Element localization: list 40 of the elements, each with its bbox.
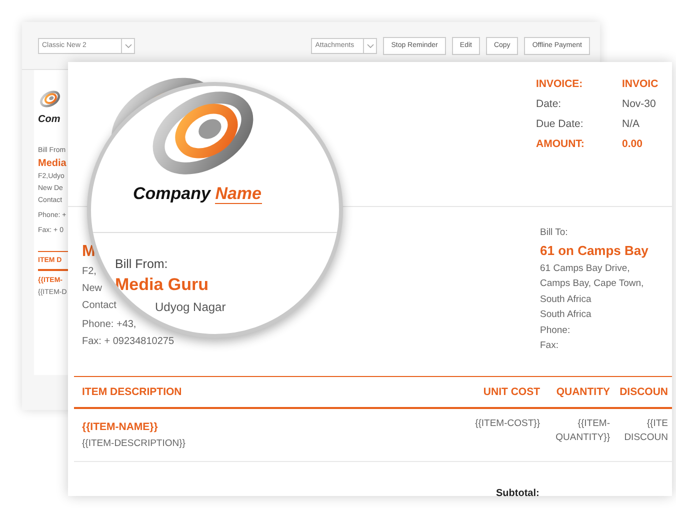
meta-value: 0.00 (622, 138, 644, 150)
fax-text: Fax: + 09234810275 (82, 335, 174, 349)
address-line: F2, (82, 265, 96, 279)
meta-value: Nov-30 (622, 98, 657, 110)
meta-label: AMOUNT: (536, 138, 586, 150)
meta-label: Date: (536, 98, 562, 110)
address-line: Camps Bay, Cape Town, (540, 277, 645, 291)
company-name: Media Guru (115, 275, 209, 295)
address-line: New (82, 282, 102, 296)
caret-icon (124, 44, 132, 48)
quantity-cell-text: {{ITEM- QUANTITY}} (554, 417, 611, 445)
subtotal-label: Subtotal: (496, 488, 540, 499)
address-line: Fax: (540, 339, 560, 353)
bill-to-label: Bill To: (540, 226, 569, 240)
meta-label: Due Date: (536, 118, 584, 130)
caret-icon (366, 44, 374, 48)
discount-cell-text: {{ITE DISCOUN (623, 417, 669, 445)
meta-value: INVOIC (622, 78, 660, 90)
address-line: Contact (82, 299, 116, 313)
address-line: 61 Camps Bay Drive, (540, 262, 631, 276)
address-line: Phone: (540, 324, 572, 338)
bill-from-label: Bill From: (115, 257, 168, 271)
item-description: {{ITEM-DESCRIPTION}} (82, 437, 186, 451)
company-logo-text: Company Name (133, 184, 262, 204)
logo-text: Com (38, 114, 62, 125)
bill-to-name: 61 on Camps Bay (540, 242, 650, 260)
address-line: Udyog Nagar (155, 300, 226, 314)
unit-cost-cell-text: {{ITEM-COST}} (474, 417, 541, 431)
column-header: UNIT COST (482, 386, 541, 398)
company-name: Media (38, 157, 68, 171)
item-name: {{ITEM-NAME}} (82, 420, 159, 435)
meta-value: N/A (622, 118, 641, 130)
meta-label: INVOICE: (536, 78, 584, 90)
logo-icon (38, 90, 62, 108)
address-line: South Africa (540, 308, 592, 322)
phone-text: Phone: +43, (82, 318, 136, 332)
column-header: DISCOUN (618, 386, 669, 398)
column-header: ITEM DESCRIPTION (82, 386, 183, 398)
column-header: QUANTITY (555, 386, 611, 398)
address-line: South Africa (540, 292, 592, 306)
